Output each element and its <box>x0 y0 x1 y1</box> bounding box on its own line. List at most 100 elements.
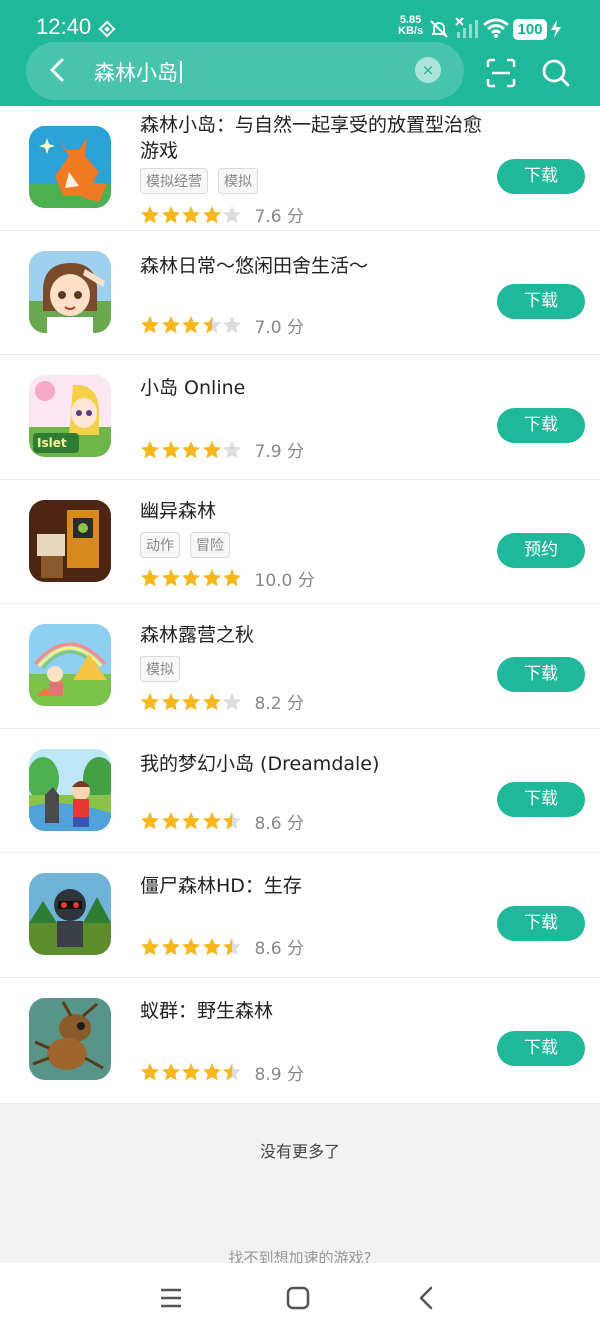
game-title: 森林日常～悠闲田舍生活～ <box>140 254 369 277</box>
rating: 7.0 分 <box>140 313 304 338</box>
star-icon <box>202 205 221 223</box>
star-icon <box>141 692 159 710</box>
download-button[interactable]: 下载 <box>497 657 585 692</box>
text-caret <box>180 61 182 83</box>
star-icon <box>182 316 200 334</box>
star-icon <box>202 1063 221 1081</box>
star-icon <box>202 569 221 587</box>
star-icon <box>161 812 180 830</box>
star-icon <box>161 569 180 587</box>
star-icon <box>161 692 180 710</box>
list-item[interactable]: 幽异森林 动作 冒险 10.0 分 预约 <box>0 480 600 604</box>
score-label: 7.9 分 <box>254 442 304 462</box>
download-button[interactable]: 下载 <box>497 283 585 319</box>
star-icon <box>202 812 221 830</box>
score-label: 10.0 分 <box>254 570 315 591</box>
star-icon <box>182 440 200 458</box>
list-item[interactable]: 蚁群：野生森林 8.9 分 下载 <box>0 978 600 1104</box>
reserve-button[interactable]: 预约 <box>497 532 585 568</box>
no-more-label: 没有更多了 <box>259 1142 340 1161</box>
results-list: 森林小岛：与自然一起享受的放置型治愈游戏 模拟经营 模拟 7.6 分 下载 森林… <box>0 106 600 1104</box>
game-icon-robot <box>29 499 111 582</box>
list-item[interactable]: 森林日常～悠闲田舍生活～ 7.0 分 下载 <box>0 231 600 355</box>
charging-icon <box>551 20 561 38</box>
star-icon <box>141 1063 159 1081</box>
star-icon <box>223 812 241 830</box>
download-button[interactable]: 下载 <box>497 906 585 941</box>
download-button[interactable]: 下载 <box>497 159 585 194</box>
svg-text:Islet: Islet <box>37 436 67 450</box>
star-icon <box>223 1063 241 1081</box>
system-nav-bar <box>0 1263 600 1333</box>
back-chevron-icon[interactable] <box>414 1285 440 1311</box>
star-icon <box>161 205 180 223</box>
score-label: 8.9 分 <box>254 1064 304 1085</box>
game-title: 僵尸森林HD：生存 <box>140 875 302 897</box>
search-icon[interactable] <box>541 58 571 88</box>
star-icon <box>223 205 241 223</box>
game-title: 幽异森林 <box>140 499 217 522</box>
menu-icon[interactable] <box>158 1285 184 1311</box>
star-icon <box>161 937 180 955</box>
mute-bell-icon <box>430 20 448 38</box>
star-icon <box>182 569 200 587</box>
game-tag: 模拟 <box>140 656 180 682</box>
net-speed: 5.85 KB/s <box>398 15 423 37</box>
score-label: 8.6 分 <box>254 939 304 959</box>
tag-list: 动作 冒险 <box>140 531 230 558</box>
back-arrow-icon[interactable] <box>40 52 76 88</box>
list-item[interactable]: 僵尸森林HD：生存 8.6 分 下载 <box>0 853 600 978</box>
game-tag: 冒险 <box>190 531 230 558</box>
list-item[interactable]: 我的梦幻小岛 (Dreamdale) 8.6 分 下载 <box>0 729 600 853</box>
battery-level: 100 <box>513 19 547 40</box>
star-icon <box>202 316 221 334</box>
scan-icon[interactable] <box>486 58 516 88</box>
score-label: 8.6 分 <box>254 813 304 834</box>
search-bar[interactable] <box>26 42 464 100</box>
status-time: 12:40 <box>36 14 92 39</box>
game-icon-camping <box>29 624 111 706</box>
game-icon-dreamdale <box>29 748 111 831</box>
rating: 8.2 分 <box>140 689 304 714</box>
game-tag: 动作 <box>140 531 180 558</box>
game-title: 森林小岛：与自然一起享受的放置型治愈游戏 <box>140 114 483 162</box>
star-icon <box>182 937 200 955</box>
list-item[interactable]: 森林小岛：与自然一起享受的放置型治愈游戏 模拟经营 模拟 7.6 分 下载 <box>0 106 600 231</box>
status-bar: 12:40 5.85 KB/s 100 <box>0 0 600 42</box>
star-icon <box>141 569 159 587</box>
list-item[interactable]: 森林露营之秋 模拟 8.2 分 下载 <box>0 604 600 729</box>
score-label: 7.6 分 <box>254 207 304 227</box>
star-icon <box>223 692 241 710</box>
clear-search-button[interactable]: × <box>415 57 441 83</box>
wifi-icon <box>483 18 509 38</box>
star-icon <box>141 937 159 955</box>
star-icon <box>141 316 159 334</box>
score-label: 8.2 分 <box>254 694 304 714</box>
star-icon <box>182 692 200 710</box>
star-icon <box>182 812 200 830</box>
game-tag: 模拟经营 <box>140 168 208 194</box>
star-icon <box>161 316 180 334</box>
download-button[interactable]: 下载 <box>497 781 585 817</box>
rating: 7.6 分 <box>140 202 304 227</box>
rating: 8.6 分 <box>140 809 304 834</box>
star-icon <box>141 440 159 458</box>
signal-icon <box>455 17 478 38</box>
star-icon <box>223 316 241 334</box>
home-square-icon[interactable] <box>285 1285 311 1311</box>
game-icon-ant <box>29 997 111 1080</box>
game-title: 我的梦幻小岛 (Dreamdale) <box>140 752 380 775</box>
rating: 7.9 分 <box>140 437 304 462</box>
game-icon-girl <box>29 250 111 333</box>
score-label: 7.0 分 <box>254 317 304 338</box>
rating: 8.9 分 <box>140 1060 304 1085</box>
download-button[interactable]: 下载 <box>497 408 585 443</box>
download-button[interactable]: 下载 <box>497 1030 585 1066</box>
list-item[interactable]: Islet 小岛 Online 7.9 分 下载 <box>0 355 600 480</box>
star-icon <box>141 205 159 223</box>
game-icon-islet-online: Islet <box>29 375 111 457</box>
star-icon <box>202 937 221 955</box>
game-title: 小岛 Online <box>140 377 246 399</box>
star-icon <box>223 937 241 955</box>
search-input[interactable]: 森林小岛 <box>94 57 182 87</box>
